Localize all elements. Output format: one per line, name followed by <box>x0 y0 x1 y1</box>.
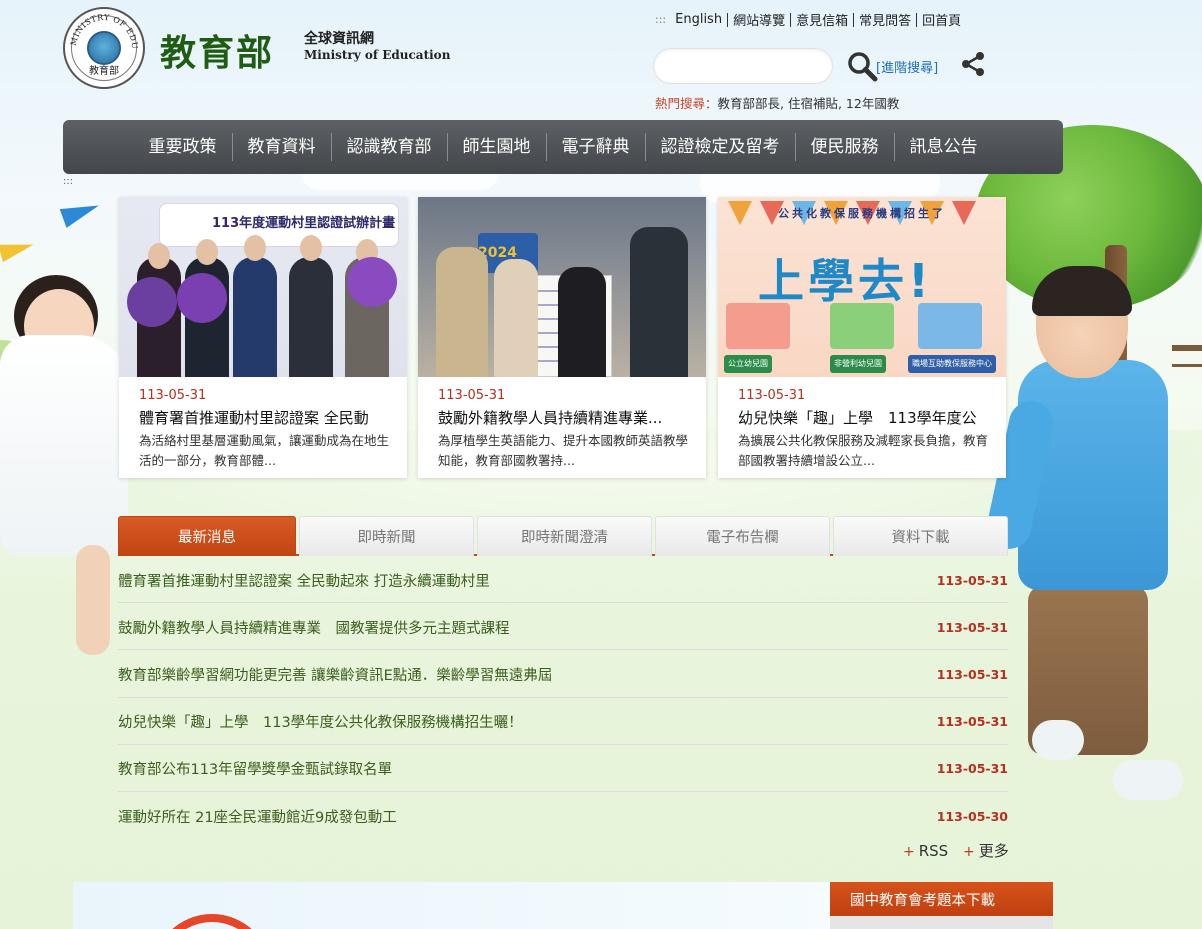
nav-item-dictionary[interactable]: 電子辭典 <box>547 133 645 161</box>
news-card[interactable]: 113年度運動村里認證試辦計畫 113-05-31 體育署首推運動村里認證案 全… <box>119 197 407 478</box>
hot-search: 熱門搜尋：教育部部長, 住宿補貼, 12年國教 <box>655 93 899 112</box>
link-home[interactable]: 回首頁 <box>917 10 966 29</box>
news-title[interactable]: 教育部樂齡學習網功能更完善 讓樂齡資訊E點通．樂齡學習無遠弗屆 <box>118 664 552 685</box>
card-photo: 公共化教保服務機構招生了 上學去! 公立幼兒園 非營利幼兒園 職場互助教保服務中… <box>718 197 1006 377</box>
nav-item-announcements[interactable]: 訊息公告 <box>895 133 993 161</box>
site-title[interactable]: 教育部 <box>160 24 274 76</box>
news-date: 113-05-30 <box>936 809 1008 825</box>
accesskey-center[interactable]: ::: <box>63 176 73 187</box>
nav-item-teachers-students[interactable]: 師生園地 <box>448 133 546 161</box>
list-item[interactable]: 教育部樂齡學習網功能更完善 讓樂齡資訊E點通．樂齡學習無遠弗屆 113-05-31 <box>118 650 1008 698</box>
more-links: + RSS + 更多 <box>903 840 1019 861</box>
news-date: 113-05-31 <box>936 761 1008 777</box>
card-photo: 2024 <box>418 197 706 377</box>
news-date: 113-05-31 <box>936 572 1008 588</box>
hot-search-terms[interactable]: 教育部部長, 住宿補貼, 12年國教 <box>718 96 900 111</box>
more-link[interactable]: 更多 <box>979 842 1009 860</box>
nav-item-certification[interactable]: 認證檢定及留考 <box>646 133 795 161</box>
link-faq[interactable]: 常見問答 <box>854 10 916 29</box>
tab-latest-news[interactable]: 最新消息 <box>118 516 296 556</box>
tab-bulletin-board[interactable]: 電子布告欄 <box>655 516 830 556</box>
list-item[interactable]: 鼓勵外籍教學人員持續精進專業 國教署提供多元主題式課程 113-05-31 <box>118 603 1008 651</box>
photo-label: 非營利幼兒園 <box>830 355 886 373</box>
nav-item-services[interactable]: 便民服務 <box>796 133 894 161</box>
news-card[interactable]: 2024 113-05-31 鼓勵外籍教學人員持續精進專業... 為厚植學生英語… <box>418 197 706 478</box>
logo-seal-text: 教育部 <box>89 66 119 77</box>
girl-illustration <box>0 275 130 675</box>
news-date: 113-05-31 <box>936 714 1008 730</box>
news-list: 體育署首推運動村里認證案 全民動起來 打造永續運動村里 113-05-31 鼓勵外… <box>118 556 1008 839</box>
news-title[interactable]: 幼兒快樂「趣」上學 113學年度公共化教保服務機構招生曬！ <box>118 711 523 732</box>
share-icon[interactable] <box>959 50 987 78</box>
nav-item-policy[interactable]: 重要政策 <box>134 133 232 161</box>
paper-plane-icon <box>59 196 103 228</box>
plus-icon: + <box>962 844 975 860</box>
news-title[interactable]: 教育部公布113年留學獎學金甄試錄取名單 <box>118 758 392 779</box>
plus-icon: + <box>903 844 915 860</box>
tab-news-clarification[interactable]: 即時新聞澄清 <box>477 516 652 556</box>
photo-banner-text: 113年度運動村里認證試辦計畫 <box>212 216 396 231</box>
site-subtitle-en: Ministry of Education <box>304 48 451 62</box>
search-icon[interactable] <box>846 50 878 82</box>
news-title[interactable]: 鼓勵外籍教學人員持續精進專業 國教署提供多元主題式課程 <box>118 617 510 638</box>
accesskey-top[interactable]: ::: <box>655 13 666 26</box>
photo-label: 職場互助教保服務中心 <box>908 355 996 373</box>
card-description: 為擴展公共化教保服務及減輕家長負擔，教育部國教署持續增設公立... <box>738 433 989 468</box>
card-photo: 113年度運動村里認證試辦計畫 <box>119 197 407 377</box>
photo-headline: 上學去! <box>758 254 933 308</box>
news-title[interactable]: 體育署首推運動村里認證案 全民動起來 打造永續運動村里 <box>118 570 490 591</box>
photo-flag-text: 公共化教保服務機構招生了 <box>778 207 946 220</box>
list-item[interactable]: 體育署首推運動村里認證案 全民動起來 打造永續運動村里 113-05-31 <box>118 556 1008 604</box>
boy-illustration <box>982 266 1202 929</box>
exam-panel <box>830 916 1053 929</box>
advanced-search-link[interactable]: [進階搜尋] <box>876 57 938 76</box>
card-date: 113-05-31 <box>738 388 806 403</box>
paper-plane-icon <box>0 235 36 263</box>
moe-logo-seal[interactable]: MINISTRY OF EDUCATION 教育部 <box>63 7 145 89</box>
nav-item-edu-data[interactable]: 教育資料 <box>233 133 331 161</box>
tab-downloads[interactable]: 資料下載 <box>833 516 1008 556</box>
news-title[interactable]: 運動好所在 21座全民運動館近9成發包動工 <box>118 806 397 827</box>
top-links: ::: English 網站導覽 意見信箱 常見問答 回首頁 <box>655 10 966 29</box>
search-input[interactable] <box>653 48 833 84</box>
list-item[interactable]: 運動好所在 21座全民運動館近9成發包動工 113-05-30 <box>118 792 1008 839</box>
hot-search-label: 熱門搜尋： <box>655 96 718 111</box>
news-date: 113-05-31 <box>936 666 1008 682</box>
link-sitemap[interactable]: 網站導覽 <box>728 10 790 29</box>
tab-instant-news[interactable]: 即時新聞 <box>299 516 474 556</box>
card-title[interactable]: 幼兒快樂「趣」上學 113學年度公 <box>738 407 992 428</box>
rss-link[interactable]: RSS <box>919 842 948 860</box>
photo-label: 公立幼兒園 <box>724 355 772 373</box>
site-subtitle-cn: 全球資訊網 <box>304 31 374 47</box>
main-nav: 重要政策 教育資料 認識教育部 師生園地 電子辭典 認證檢定及留考 便民服務 訊… <box>63 120 1063 174</box>
list-item[interactable]: 幼兒快樂「趣」上學 113學年度公共化教保服務機構招生曬！ 113-05-31 <box>118 698 1008 745</box>
list-item[interactable]: 教育部公布113年留學獎學金甄試錄取名單 113-05-31 <box>118 745 1008 792</box>
svg-text:MINISTRY OF EDUCATION: MINISTRY OF EDUCATION <box>63 7 139 50</box>
card-description: 為活絡村里基層運動風氣，讓運動成為在地生活的一部分，教育部體... <box>139 433 390 468</box>
news-date: 113-05-31 <box>936 619 1008 635</box>
card-title[interactable]: 體育署首推運動村里認證案 全民動 <box>139 407 393 428</box>
link-feedback[interactable]: 意見信箱 <box>791 10 853 29</box>
card-date: 113-05-31 <box>438 388 506 403</box>
exam-download-tab[interactable]: 國中教育會考題本下載 <box>830 882 1053 916</box>
nav-item-about[interactable]: 認識教育部 <box>332 133 447 161</box>
news-tabs: 最新消息 即時新聞 即時新聞澄清 電子布告欄 資料下載 <box>118 516 1008 556</box>
card-description: 為厚植學生英語能力、提升本國教師英語教學知能，教育部國教署持... <box>438 433 689 468</box>
link-english[interactable]: English <box>670 12 727 27</box>
card-title[interactable]: 鼓勵外籍教學人員持續精進專業... <box>438 407 692 428</box>
logo-ring-text: MINISTRY OF EDUCATION <box>63 7 139 50</box>
card-date: 113-05-31 <box>139 388 207 403</box>
news-card[interactable]: 公共化教保服務機構招生了 上學去! 公立幼兒園 非營利幼兒園 職場互助教保服務中… <box>718 197 1006 478</box>
